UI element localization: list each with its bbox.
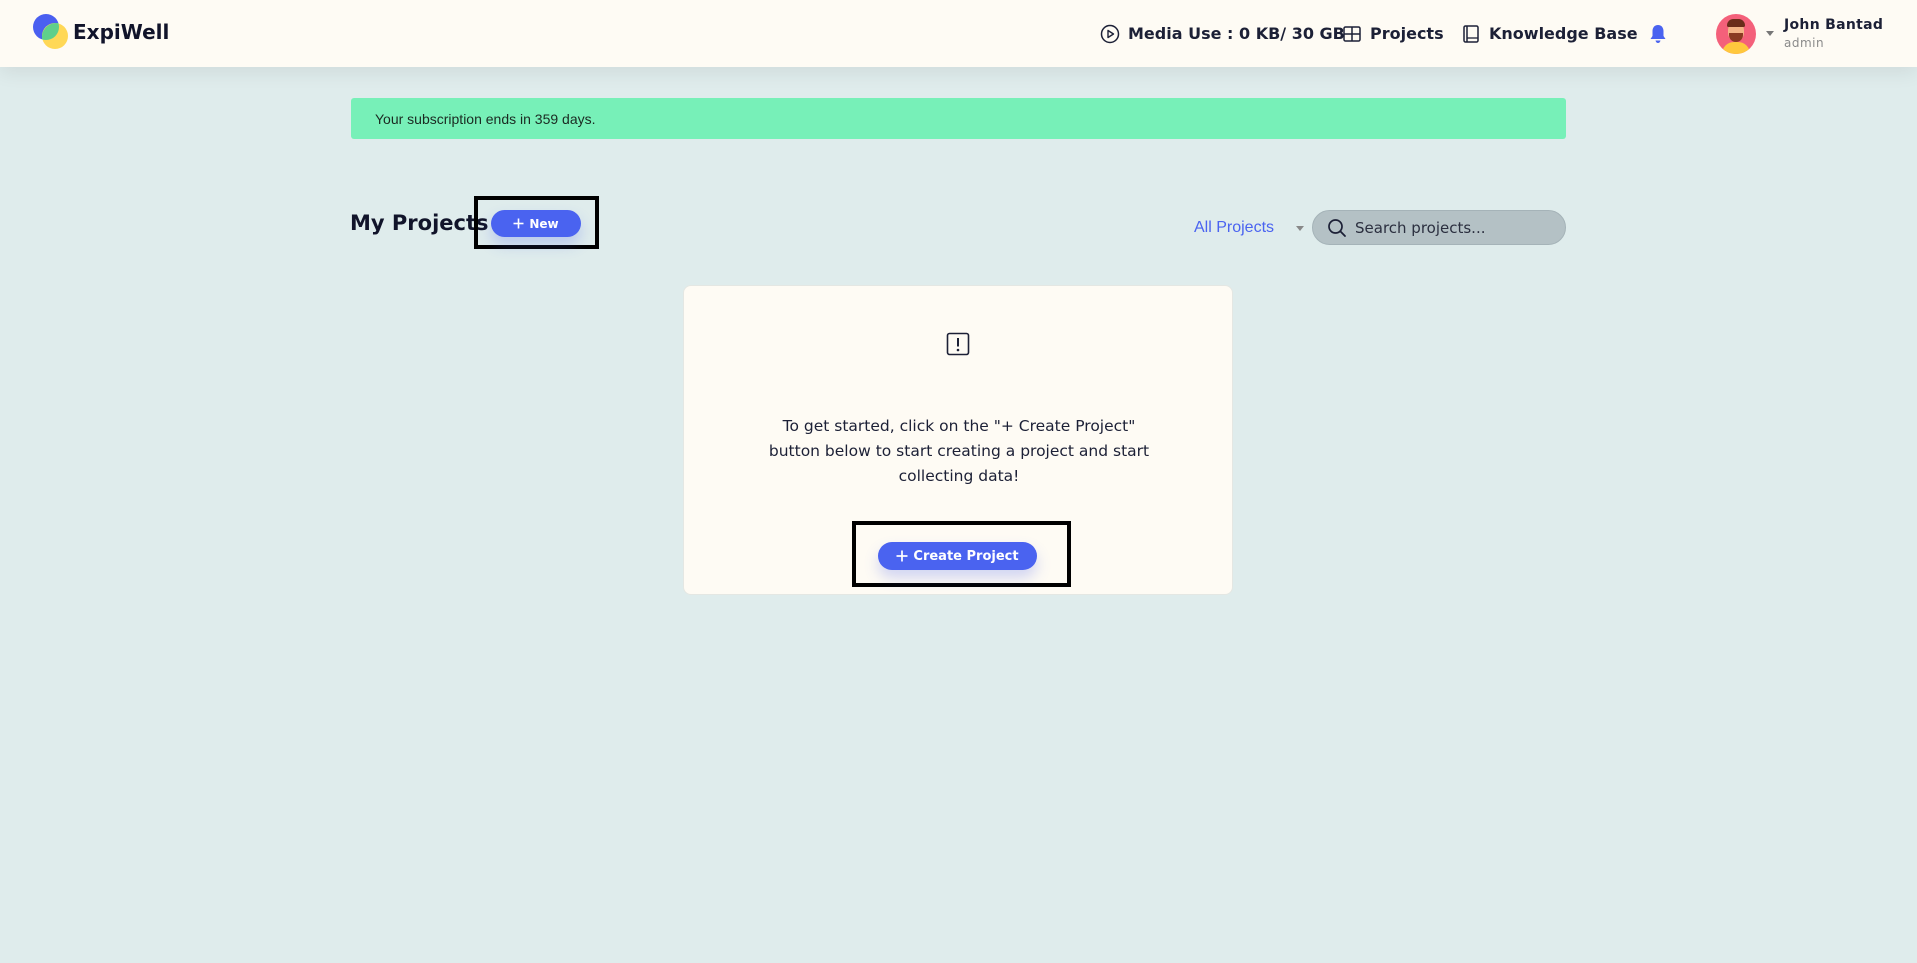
- logo-text: ExpiWell: [73, 20, 170, 44]
- play-circle-icon: [1100, 24, 1120, 43]
- user-role: admin: [1784, 36, 1825, 50]
- search-icon: [1328, 218, 1346, 237]
- create-project-button-label: Create Project: [913, 548, 1019, 564]
- search-input[interactable]: [1355, 218, 1545, 237]
- book-icon: [1463, 24, 1479, 43]
- alert-icon: [946, 332, 970, 356]
- create-project-button[interactable]: Create Project: [878, 542, 1037, 570]
- chevron-down-icon: [1296, 225, 1305, 231]
- nav-knowledge-base-label: Knowledge Base: [1489, 24, 1638, 43]
- top-header: ExpiWell Media Use : 0 KB/ 30 GB Project…: [0, 0, 1917, 67]
- media-use-label: Media Use : 0 KB/ 30 GB: [1128, 24, 1345, 43]
- subscription-banner: Your subscription ends in 359 days.: [351, 98, 1566, 139]
- new-project-button[interactable]: New: [491, 210, 581, 237]
- plus-icon: [896, 550, 908, 562]
- logo[interactable]: ExpiWell: [33, 14, 169, 50]
- expiwell-logo-icon: [33, 14, 69, 50]
- user-menu[interactable]: John Bantad admin: [1716, 0, 1883, 67]
- bell-icon: [1650, 24, 1666, 43]
- notifications-button[interactable]: [1648, 0, 1668, 67]
- nav-knowledge-base[interactable]: Knowledge Base: [1461, 0, 1638, 67]
- subscription-banner-text: Your subscription ends in 359 days.: [375, 110, 596, 127]
- plus-icon: [513, 218, 524, 229]
- project-filter-value: All Projects: [1194, 219, 1275, 236]
- chevron-down-icon: [1766, 31, 1774, 36]
- media-use-indicator[interactable]: Media Use : 0 KB/ 30 GB: [1100, 0, 1345, 67]
- nav-projects-label: Projects: [1370, 24, 1444, 43]
- user-name: John Bantad: [1784, 17, 1884, 33]
- project-filter-select[interactable]: All Projects: [1194, 219, 1305, 237]
- empty-state-message: To get started, click on the "+ Create P…: [768, 417, 1150, 485]
- grid-icon: [1343, 25, 1361, 42]
- search-bar[interactable]: [1312, 210, 1566, 245]
- page-title: My Projects: [350, 211, 489, 235]
- nav-projects[interactable]: Projects: [1342, 0, 1444, 67]
- avatar: [1716, 13, 1756, 54]
- new-project-button-label: New: [529, 216, 559, 231]
